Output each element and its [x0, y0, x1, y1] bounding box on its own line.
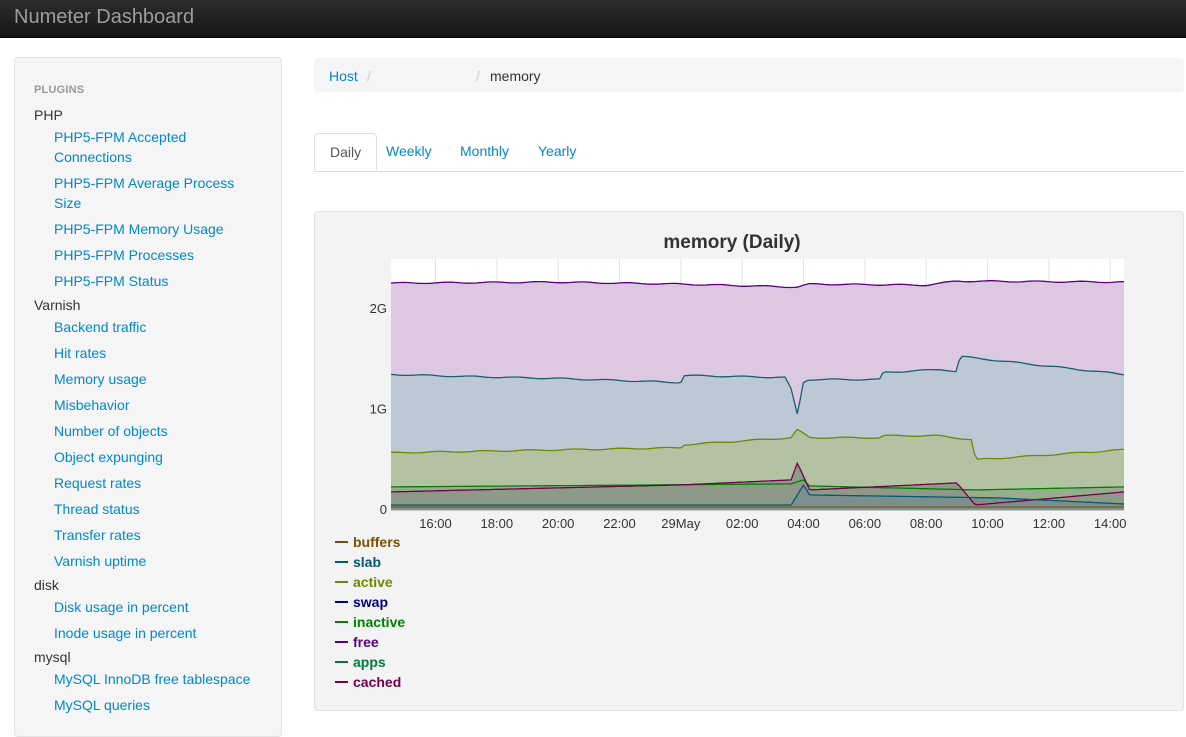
memory-chart: memory (Daily) 0 1G 2G 16:00 18:00 20:00 22:00 2… [335, 232, 1127, 690]
sidebar-item-link[interactable]: Varnish uptime [54, 551, 254, 571]
top-navbar: Numeter Dashboard [0, 0, 1186, 38]
legend-label-buffers: buffers [353, 534, 401, 550]
x-tick-label: 29May [661, 516, 701, 531]
plugins-header: PLUGINS [34, 84, 85, 96]
sidebar-item-link[interactable]: PHP5-FPM Memory Usage [54, 219, 254, 239]
breadcrumb-host-link[interactable]: Host [329, 68, 358, 84]
x-tick-label: 20:00 [542, 516, 575, 531]
x-tick-label: 18:00 [481, 516, 514, 531]
chart-title: memory (Daily) [663, 232, 800, 253]
sidebar-item-link[interactable]: Memory usage [54, 369, 254, 389]
sidebar-item-link[interactable]: Thread status [54, 499, 254, 519]
sidebar-item-link[interactable]: MySQL queries [54, 695, 254, 715]
sidebar-item-link[interactable]: Object expunging [54, 447, 254, 467]
sidebar-item-link[interactable]: PHP5-FPM Average Process Size [54, 173, 254, 213]
sidebar-group-label: Varnish [34, 297, 81, 313]
sidebar-item-link[interactable]: Misbehavior [54, 395, 254, 415]
legend-label-inactive: inactive [353, 614, 405, 630]
x-tick-label: 22:00 [603, 516, 636, 531]
legend-label-active: active [353, 574, 393, 590]
brand-title[interactable]: Numeter Dashboard [14, 6, 194, 29]
sidebar-item-link[interactable]: Backend traffic [54, 317, 254, 337]
y-tick-label: 0 [380, 502, 387, 517]
x-tick-label: 14:00 [1094, 516, 1127, 531]
x-tick-label: 08:00 [910, 516, 943, 531]
legend-label-free: free [353, 634, 379, 650]
sidebar-group-label: mysql [34, 649, 71, 665]
plugins-sidebar: PLUGINS PHP PHP5-FPM Accepted Connections… [14, 57, 282, 737]
x-tick-label: 02:00 [726, 516, 759, 531]
period-tabs: Daily Weekly Monthly Yearly [314, 133, 1184, 172]
sidebar-item-link[interactable]: Transfer rates [54, 525, 254, 545]
x-tick-label: 10:00 [971, 516, 1004, 531]
chart-panel: memory (Daily) 0 1G 2G 16:00 18:00 20:00 22:00 2… [314, 211, 1184, 711]
y-tick-label: 2G [370, 301, 387, 316]
sidebar-item-link[interactable]: Disk usage in percent [54, 597, 254, 617]
sidebar-group-label: disk [34, 577, 59, 593]
breadcrumb-separator: / [476, 68, 480, 84]
tab-daily[interactable]: Daily [314, 133, 378, 171]
sidebar-item-link[interactable]: PHP5-FPM Processes [54, 245, 254, 265]
tab-monthly[interactable]: Monthly [445, 133, 524, 170]
legend-label-apps: apps [353, 654, 386, 670]
tab-yearly[interactable]: Yearly [523, 133, 591, 170]
breadcrumb-separator: / [367, 68, 371, 84]
breadcrumb: Host / / memory [314, 58, 1184, 92]
sidebar-group-label: PHP [34, 107, 63, 123]
tab-weekly[interactable]: Weekly [371, 133, 447, 170]
x-tick-label: 04:00 [787, 516, 820, 531]
x-tick-label: 16:00 [419, 516, 452, 531]
x-tick-label: 06:00 [849, 516, 882, 531]
y-tick-label: 1G [370, 402, 387, 417]
legend-label-swap: swap [353, 594, 388, 610]
sidebar-item-link[interactable]: Request rates [54, 473, 254, 493]
legend-label-slab: slab [353, 554, 381, 570]
sidebar-item-link[interactable]: PHP5-FPM Accepted Connections [54, 127, 254, 167]
sidebar-item-link[interactable]: Inode usage in percent [54, 623, 254, 643]
sidebar-item-link[interactable]: Number of objects [54, 421, 254, 441]
sidebar-item-link[interactable]: Hit rates [54, 343, 254, 363]
sidebar-item-link[interactable]: PHP5-FPM Status [54, 271, 254, 291]
sidebar-item-link[interactable]: MySQL InnoDB free tablespace [54, 669, 254, 689]
x-tick-label: 12:00 [1033, 516, 1066, 531]
breadcrumb-current: memory [490, 68, 541, 84]
legend-label-cached: cached [353, 674, 401, 690]
